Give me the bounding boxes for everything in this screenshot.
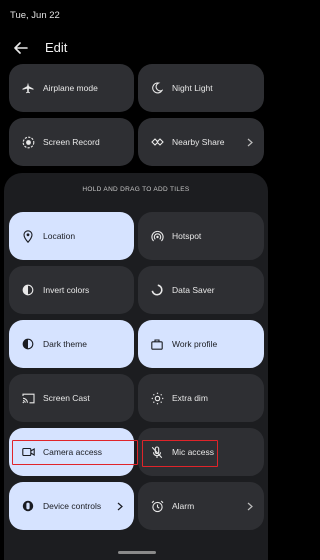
tile-label: Night Light	[172, 83, 213, 93]
tile-label: Dark theme	[43, 339, 87, 349]
tile-label: Location	[43, 231, 76, 241]
mic-access-highlight	[142, 440, 218, 467]
tile-extra-dim[interactable]: Extra dim	[138, 374, 264, 422]
tile-screen-cast[interactable]: Screen Cast	[9, 374, 134, 422]
tile-night-light[interactable]: Night Light	[138, 64, 264, 112]
screen-record-icon	[21, 135, 35, 149]
tile-dark-theme[interactable]: Dark theme	[9, 320, 134, 368]
tile-invert-colors[interactable]: Invert colors	[9, 266, 134, 314]
tile-label: Screen Record	[43, 137, 100, 147]
location-pin-icon	[21, 229, 35, 243]
tile-label: Nearby Share	[172, 137, 225, 147]
tile-label: Work profile	[172, 339, 218, 349]
data-saver-icon	[150, 283, 164, 297]
cast-icon	[21, 391, 35, 405]
tile-label: Alarm	[172, 501, 195, 511]
moon-icon	[150, 81, 164, 95]
nearby-share-icon	[150, 135, 164, 149]
tile-hotspot[interactable]: Hotspot	[138, 212, 264, 260]
tile-device-controls[interactable]: Device controls	[9, 482, 134, 530]
invert-colors-icon	[21, 283, 35, 297]
tile-alarm[interactable]: Alarm	[138, 482, 264, 530]
device-controls-icon	[21, 499, 35, 513]
tile-label: Device controls	[43, 501, 102, 511]
tile-label: Hotspot	[172, 231, 202, 241]
tile-label: Airplane mode	[43, 83, 98, 93]
back-arrow-icon[interactable]	[12, 40, 30, 56]
chevron-right-icon	[246, 499, 254, 513]
extra-dim-icon	[150, 391, 164, 405]
camera-access-highlight	[12, 440, 138, 465]
tile-work-profile[interactable]: Work profile	[138, 320, 264, 368]
tile-screen-record[interactable]: Screen Record	[9, 118, 134, 166]
tile-airplane-mode[interactable]: Airplane mode	[9, 64, 134, 112]
status-date: Tue, Jun 22	[10, 10, 60, 21]
tile-label: Screen Cast	[43, 393, 90, 403]
tile-label: Data Saver	[172, 285, 215, 295]
chevron-right-icon	[246, 135, 254, 149]
tile-label: Extra dim	[172, 393, 208, 403]
tile-data-saver[interactable]: Data Saver	[138, 266, 264, 314]
alarm-icon	[150, 499, 164, 513]
hotspot-icon	[150, 229, 164, 243]
page-title: Edit	[45, 40, 68, 55]
gesture-home-bar[interactable]	[118, 551, 156, 554]
tile-location[interactable]: Location	[9, 212, 134, 260]
drag-hint: HOLD AND DRAG TO ADD TILES	[82, 186, 190, 193]
tile-nearby-share[interactable]: Nearby Share	[138, 118, 264, 166]
dark-theme-icon	[21, 337, 35, 351]
tile-label: Invert colors	[43, 285, 90, 295]
chevron-right-icon	[116, 499, 124, 513]
airplane-icon	[21, 81, 35, 95]
briefcase-icon	[150, 337, 164, 351]
